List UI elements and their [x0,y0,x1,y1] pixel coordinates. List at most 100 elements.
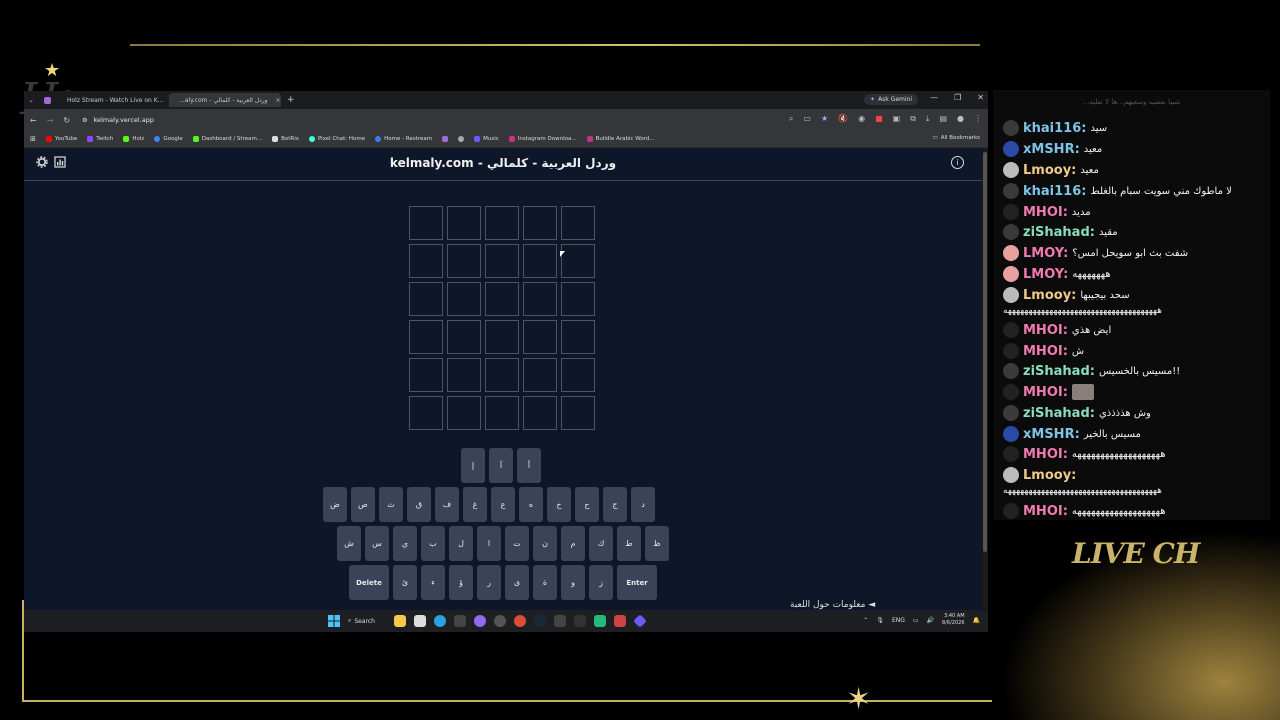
key[interactable]: ع [491,487,515,522]
page-scrollbar[interactable] [982,148,988,610]
key[interactable]: أ [517,448,541,483]
windows-start-icon[interactable] [328,615,340,627]
bookmark-botrix[interactable]: BotRix [272,136,299,142]
minimize-icon[interactable]: — [930,93,938,102]
key[interactable]: ه [519,487,543,522]
bookmark-google[interactable]: Google [154,136,183,142]
site-info-icon[interactable]: ⚙ [82,117,87,124]
bookmark-pixelchat[interactable]: Pixel Chat: Home [308,136,365,142]
tab-pinned[interactable] [38,93,57,107]
key[interactable]: ء [421,565,445,600]
profile-icon[interactable]: ● [957,114,964,124]
close-window-icon[interactable]: ✕ [977,93,984,102]
notification-bell-icon[interactable]: 🔔 [973,617,980,624]
all-bookmarks[interactable]: ▭ All Bookmarks [933,135,981,141]
back-icon[interactable]: ← [30,116,37,125]
key[interactable]: ف [435,487,459,522]
app-icon[interactable] [614,615,626,627]
key[interactable]: ج [603,487,627,522]
url-field[interactable]: ⚙ kelmaly.vercel.app [82,116,154,124]
chrome-icon[interactable] [514,615,526,627]
forward-icon[interactable]: → [47,116,54,125]
bookmark-star-icon[interactable]: ★ [821,114,828,124]
puzzle-icon[interactable]: ⧉ [910,114,916,124]
key[interactable]: د [631,487,655,522]
download-icon[interactable]: ⤓ [926,114,930,124]
key[interactable]: ص [351,487,375,522]
tab-kelmaly[interactable]: ...aly.com - وردل العربية - كلمالي ✕ [169,93,281,107]
tab-search-icon[interactable]: ⌄ [24,96,38,104]
key[interactable]: ح [575,487,599,522]
delete-key[interactable]: Delete [349,565,389,600]
restore-icon[interactable]: ❐ [954,93,961,102]
tab-holz-stream[interactable]: Holz Stream - Watch Live on K... ✕ [57,93,176,107]
bookmark-buildle[interactable]: Buildle Arabic Word... [586,136,655,142]
key[interactable]: ظ [645,526,669,561]
key[interactable]: ز [589,565,613,600]
discord-icon[interactable] [474,615,486,627]
game-info-link[interactable]: معلومات حول اللعبة ◄ [790,600,875,610]
menu-icon[interactable]: ⋮ [974,114,982,124]
steam-icon[interactable] [534,615,546,627]
key[interactable]: ت [505,526,529,561]
key[interactable]: ؤ [449,565,473,600]
bookmark-dashboard[interactable]: Dashboard / Stream... [192,136,262,142]
edge-icon[interactable] [434,615,446,627]
key[interactable]: ى [505,565,529,600]
sidebar-icon[interactable]: ▤ [939,114,947,124]
taskbar-search[interactable]: ⌕ Search [348,614,386,628]
bookmark-music[interactable]: Music [474,136,499,142]
extension-icon[interactable]: ▣ [893,114,901,124]
obs-icon[interactable] [494,615,506,627]
key[interactable]: ن [533,526,557,561]
key[interactable]: ق [407,487,431,522]
app-icon[interactable] [594,615,606,627]
key[interactable]: ة [533,565,557,600]
volume-icon[interactable]: 🔊 [927,617,934,624]
file-explorer-icon[interactable] [394,615,406,627]
key[interactable]: آ [489,448,513,483]
record-icon[interactable]: ■ [875,114,883,124]
key[interactable]: ر [477,565,501,600]
chevron-up-icon[interactable]: ⌃ [863,617,868,624]
app-icon[interactable] [574,615,586,627]
key[interactable]: ض [323,487,347,522]
key[interactable]: ل [449,526,473,561]
microphone-icon[interactable]: 🎙 [876,617,884,624]
enter-key[interactable]: Enter [617,565,657,600]
info-icon[interactable]: i [951,156,964,169]
mute-icon[interactable]: 🔇 [838,114,848,124]
key[interactable]: س [365,526,389,561]
key[interactable]: ث [379,487,403,522]
key[interactable]: ئ [393,565,417,600]
bookmark-restream[interactable]: Home - Restream [375,136,432,142]
extension-icon[interactable]: ◉ [858,114,865,124]
bookmark-youtube[interactable]: YouTube [45,136,77,142]
key[interactable]: ط [617,526,641,561]
apps-icon[interactable]: ⊞ [30,135,36,143]
bookmark-icon-only[interactable] [458,136,465,142]
bookmark-icon-only[interactable] [442,136,449,142]
key[interactable]: م [561,526,585,561]
key[interactable]: و [561,565,585,600]
ask-gemini-button[interactable]: ✦ Ask Gemini [864,94,918,105]
key[interactable]: إ [461,448,485,483]
reload-icon[interactable]: ↻ [63,116,70,125]
key[interactable]: ي [393,526,417,561]
bookmark-holz[interactable]: Holz [123,136,144,142]
app-icon[interactable] [454,615,466,627]
key[interactable]: خ [547,487,571,522]
close-icon[interactable]: ✕ [276,97,281,104]
scrollbar-thumb[interactable] [983,152,987,552]
key[interactable]: ش [337,526,361,561]
key[interactable]: ا [477,526,501,561]
network-icon[interactable]: ▭ [913,617,919,624]
app-icon[interactable] [633,614,647,628]
key[interactable]: ب [421,526,445,561]
clock[interactable]: 3:40 AM 8/6/2026 [942,613,964,627]
bookmark-instagram[interactable]: Instagram Downloa... [508,136,577,142]
language-indicator[interactable]: ENG [892,617,905,624]
store-icon[interactable] [414,615,426,627]
cast-icon[interactable]: ▭ [803,114,811,124]
zoom-icon[interactable]: ⌕ [789,114,793,124]
